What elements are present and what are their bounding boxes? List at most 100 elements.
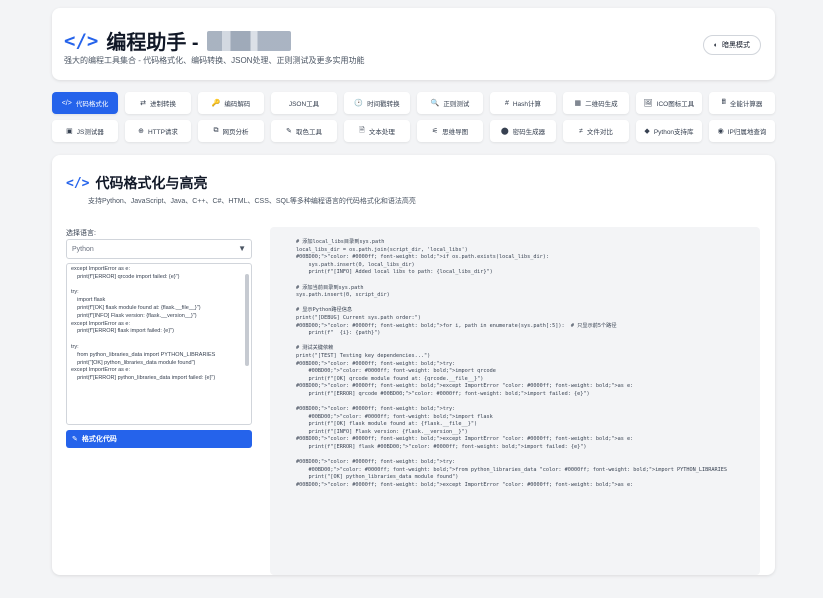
code-input-textarea[interactable]: except ImportError as e: print(f"[ERROR]… — [66, 263, 252, 425]
nav-tab-icon: </> — [61, 99, 72, 107]
nav-tab-icon: 🖩 — [721, 98, 726, 106]
output-code-line: print(f"[INFO] Added local libs to path:… — [296, 269, 493, 276]
nav-tab-8[interactable]: ≠ 文件对比 — [563, 120, 629, 142]
dark-mode-label: 暗黑模式 — [722, 42, 750, 49]
nav-tab-icon: ⬤ — [500, 128, 509, 135]
output-code-line: # 显示Python路径信息 — [296, 307, 353, 314]
output-code-line: print("[DEBUG] Current sys.path order:") — [296, 314, 421, 321]
nav-tab-label: 密码生成器 — [512, 129, 546, 136]
output-code-line: #00BD00;">"color: #0000ff; font-weight: … — [296, 413, 493, 420]
output-code-line: local_libs_dir = os.path.join(script_dir… — [296, 246, 468, 253]
nav-tab-icon: ✎ — [286, 128, 292, 135]
language-select-value: Python — [72, 245, 94, 253]
half-moon-icon: ◐ — [713, 41, 718, 49]
output-code-line: print(f"[INFO] Flask version: {flask.__v… — [296, 428, 468, 435]
nav-tab-4[interactable]: ✎ 取色工具 — [271, 120, 337, 142]
nav-tab-icon: ⊕ — [138, 128, 144, 135]
nav-tab-9[interactable]: 🖼 ICO图标工具 — [636, 92, 702, 114]
input-code-line: except ImportError as e: — [71, 266, 130, 272]
nav-tab-label: 全能计算器 — [729, 101, 763, 108]
nav-tab-label: ICO图标工具 — [656, 101, 695, 108]
code-formatter-panel: </> 代码格式化与高亮 支持Python、JavaScript、Java、C+… — [52, 155, 775, 575]
tool-nav: </> 代码格式化 ⇄ 进制转换 🔑 编码解码 JSON工具 🕑 时间戳转换 🔍 正则测试 # Hash… — [52, 92, 775, 148]
output-code-line: print(f"[OK] qrcode module found at: {qr… — [296, 375, 484, 382]
nav-tab-icon: ▣ — [66, 128, 73, 135]
nav-tab-7[interactable]: # Hash计算 — [490, 92, 556, 114]
section-description: 支持Python、JavaScript、Java、C++、C#、HTML、CSS… — [88, 198, 416, 205]
nav-tab-label: HTTP请求 — [147, 129, 178, 136]
format-code-label: 格式化代码 — [81, 436, 117, 443]
nav-tab-3[interactable]: 🔑 编码解码 — [198, 92, 264, 114]
nav-tab-2[interactable]: ⇄ 进制转换 — [125, 92, 191, 114]
nav-tab-2[interactable]: ⊕ HTTP请求 — [125, 120, 191, 142]
input-code-line: print(f"[INFO] Flask version: {flask.__v… — [71, 312, 197, 319]
output-code-line — [296, 398, 760, 406]
nav-tab-icon: ▦ — [574, 100, 582, 107]
output-code-line: #00BD00;">"color: #0000ff; font-weight: … — [296, 459, 456, 466]
nav-tab-label: 思维导图 — [442, 129, 469, 136]
input-code-line: print(f"[ERROR] flask import failed: {e}… — [71, 328, 174, 335]
nav-tab-icon: 🗎 — [359, 126, 365, 134]
nav-tab-label: 时间戳转换 — [367, 101, 400, 108]
output-code-line: #00BD00;">"color: #0000ff; font-weight: … — [296, 436, 634, 443]
blurred-title-suffix — [206, 30, 291, 51]
nav-tab-3[interactable]: ⧉ 网页分析 — [198, 120, 264, 142]
nav-tab-label: JSON工具 — [288, 101, 320, 108]
input-code-line: import flask — [71, 297, 106, 304]
output-code-line — [296, 277, 760, 285]
output-code-line: #00BD00;">"color: #0000ff; font-weight: … — [296, 322, 617, 329]
nav-tab-label: Python支持库 — [653, 129, 694, 136]
nav-tab-label: 网页分析 — [222, 129, 249, 136]
input-code-line — [71, 282, 239, 290]
input-code-line: try: — [71, 289, 79, 296]
output-code-line: print(f"[ERROR] qrcode #00BD00;">"color:… — [296, 390, 590, 397]
nav-tab-label: 正则测试 — [443, 101, 470, 108]
nav-tab-1[interactable]: ▣ JS测试器 — [52, 120, 118, 142]
output-code-line: print(f"[ERROR] flask #00BD00;">"color: … — [296, 444, 587, 451]
nav-tab-5[interactable]: 🕑 时间戳转换 — [344, 92, 410, 114]
output-code-line: #00BD00;">"color: #0000ff; font-weight: … — [296, 368, 496, 375]
input-code-line: print("[OK] python_libraries_data module… — [71, 359, 196, 366]
tool-nav-row-2: ▣ JS测试器 ⊕ HTTP请求 ⧉ 网页分析 ✎ 取色工具 🗎 文本处理 ⚟ 思维导图 ⬤ 密码生成器 ≠… — [52, 120, 775, 142]
dark-mode-button[interactable]: ◐ 暗黑模式 — [702, 35, 761, 55]
nav-tab-icon: ◆ — [644, 128, 650, 135]
output-code-line: sys.path.insert(0, local_libs_dir) — [296, 261, 415, 268]
input-code-line: print(f"[ERROR] python_libraries_data im… — [71, 375, 216, 382]
output-code-line: #00BD00;">"color: #0000ff; font-weight: … — [296, 466, 727, 473]
output-code-line: # 添加当前目录到sys.path — [296, 284, 364, 291]
nav-tab-icon: ⇄ — [140, 100, 146, 107]
input-code-line: from python_libraries_data import PYTHON… — [71, 351, 216, 358]
nav-tab-10[interactable]: 🖩 全能计算器 — [709, 92, 775, 114]
textarea-scrollbar[interactable] — [245, 274, 249, 366]
nav-tab-6[interactable]: 🔍 正则测试 — [417, 92, 483, 114]
output-code-line: #00BD00;">"color: #0000ff; font-weight: … — [296, 360, 456, 367]
nav-tab-label: 进制转换 — [149, 101, 176, 108]
nav-tab-icon: ⚟ — [431, 128, 439, 135]
nav-tab-9[interactable]: ◆ Python支持库 — [636, 120, 702, 142]
header-card: </> 编程助手 - 强大的编程工具集合 - 代码格式化、编码转换、JSON处理… — [52, 8, 775, 80]
format-code-button[interactable]: ✎ 格式化代码 — [66, 430, 252, 448]
output-code-line: #00BD00;">"color: #0000ff; font-weight: … — [296, 383, 634, 390]
app-logo: </> 编程助手 - — [64, 26, 291, 55]
nav-tab-7[interactable]: ⬤ 密码生成器 — [490, 120, 556, 142]
app-title: 编程助手 - — [106, 32, 199, 54]
output-code-line: # 测试关键依赖 — [296, 345, 334, 352]
nav-tab-6[interactable]: ⚟ 思维导图 — [417, 120, 483, 142]
section-title: 代码格式化与高亮 — [95, 175, 208, 191]
nav-tab-5[interactable]: 🗎 文本处理 — [344, 120, 410, 142]
input-code-line: print(f"[OK] flask module found at: {fla… — [71, 304, 201, 311]
output-code-line: # 添加local_libs目录到sys.path — [296, 239, 385, 245]
output-code-line: #00BD00;">"color: #0000ff; font-weight: … — [296, 254, 549, 261]
output-code-line — [296, 452, 760, 460]
nav-tab-10[interactable]: ◉ IP归属地查询 — [709, 120, 775, 142]
nav-tab-label: 编码解码 — [224, 101, 251, 108]
nav-tab-label: 取色工具 — [295, 129, 322, 136]
output-code-line — [296, 338, 760, 346]
nav-tab-1[interactable]: </> 代码格式化 — [52, 92, 118, 114]
input-code-line: except ImportError as e: — [71, 367, 130, 374]
language-select[interactable]: Python ▼ — [66, 239, 252, 259]
nav-tab-4[interactable]: JSON工具 — [271, 92, 337, 114]
nav-tab-label: JS测试器 — [76, 129, 104, 136]
tool-nav-row-1: </> 代码格式化 ⇄ 进制转换 🔑 编码解码 JSON工具 🕑 时间戳转换 🔍 正则测试 # Hash… — [52, 92, 775, 114]
nav-tab-8[interactable]: ▦ 二维码生成 — [563, 92, 629, 114]
